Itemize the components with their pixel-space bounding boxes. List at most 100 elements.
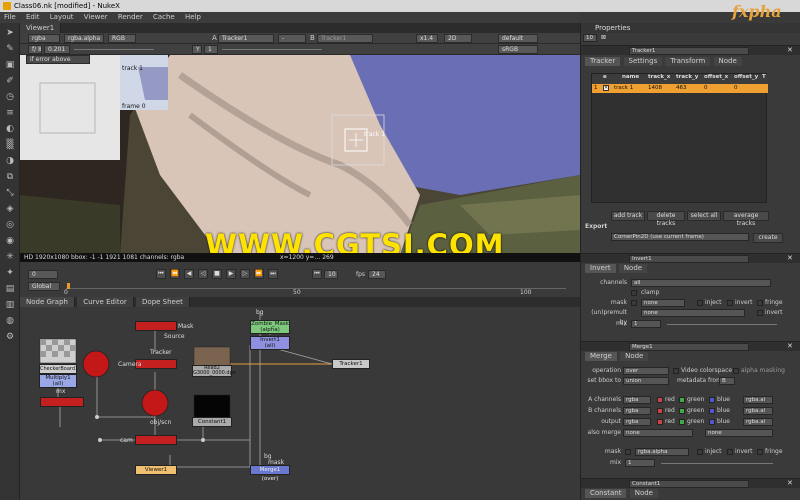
tab-tracker[interactable]: Tracker	[585, 57, 621, 66]
row-track-x[interactable]: 1408	[648, 84, 662, 93]
row-offset-y[interactable]: 0	[734, 84, 738, 93]
viewer1-node[interactable]: Viewer1	[135, 465, 177, 475]
merge1-node[interactable]: Merge1 (over)	[250, 465, 290, 482]
checkerboard-node[interactable]: CheckerBoard1	[39, 364, 78, 374]
tab-constant-node[interactable]: Node	[629, 489, 658, 498]
invert-mask-checkbox[interactable]	[631, 300, 637, 306]
row-offset-x[interactable]: 0	[704, 84, 708, 93]
input-b-dropdown[interactable]: Tracker1	[317, 34, 373, 43]
skip-back-icon[interactable]: ⏮	[312, 269, 322, 279]
invert-mix-slider[interactable]	[667, 324, 777, 325]
stop-icon[interactable]: ■	[212, 269, 222, 279]
a-green-checkbox[interactable]	[679, 397, 685, 403]
tab-invert[interactable]: Invert	[585, 264, 616, 273]
also-merge-dropdown-2[interactable]: none	[705, 429, 773, 437]
menu-file[interactable]: File	[0, 13, 20, 21]
a-alpha-dropdown[interactable]: rgba.al	[743, 396, 773, 404]
a-blue-checkbox[interactable]	[709, 397, 715, 403]
prev-key-icon[interactable]: ⏪	[170, 269, 180, 279]
play-icon[interactable]: ▶	[226, 269, 236, 279]
playhead[interactable]	[67, 283, 70, 289]
step-forward-icon[interactable]: ▷	[240, 269, 250, 279]
tab-merge-node[interactable]: Node	[620, 352, 649, 361]
cam-dot-node[interactable]	[135, 435, 177, 445]
row-track-y[interactable]: 463	[676, 84, 687, 93]
merge-mix-field[interactable]: 1	[625, 459, 655, 467]
add-track-button[interactable]: add track	[611, 211, 645, 221]
merge-mix-slider[interactable]	[661, 463, 773, 464]
channels-dropdown[interactable]: rgba	[28, 34, 60, 43]
menu-cache[interactable]: Cache	[149, 13, 179, 21]
draw-icon[interactable]: ✐	[4, 75, 16, 87]
tracker1-node[interactable]: Tracker1	[332, 359, 370, 369]
b-alpha-dropdown[interactable]: rgba.al	[743, 407, 773, 415]
layer-dropdown[interactable]: rgba.alpha	[64, 34, 104, 43]
tab-invert-node[interactable]: Node	[618, 264, 648, 273]
invert1-name-field[interactable]: Invert1	[629, 255, 749, 263]
operation-dropdown[interactable]: over	[623, 367, 669, 375]
display-dropdown[interactable]: sRGB	[498, 45, 538, 54]
b-green-checkbox[interactable]	[679, 408, 685, 414]
paint-icon[interactable]: ✎	[4, 43, 16, 55]
select-all-button[interactable]: select all	[687, 211, 721, 221]
step-back-icon[interactable]: ◀	[184, 269, 194, 279]
next-key-icon[interactable]: ⏩	[254, 269, 264, 279]
play-back-icon[interactable]: ◁	[198, 269, 208, 279]
track-row[interactable]: 1 ✕ track 1 1408 463 0 0	[592, 84, 768, 93]
image-icon[interactable]: ▣	[4, 59, 16, 71]
gamma-slider[interactable]	[222, 49, 322, 50]
unpremult-dropdown[interactable]: none	[641, 309, 745, 317]
merge1-name-field[interactable]: Merge1	[629, 343, 749, 351]
tab-merge[interactable]: Merge	[585, 352, 617, 361]
close-constant-icon[interactable]: ✕	[787, 479, 793, 487]
merge-mask-dropdown[interactable]: rgba.alpha	[635, 448, 689, 456]
export-dropdown[interactable]: CornerPin2D (use current frame)	[611, 233, 749, 241]
video-colorspace-checkbox[interactable]	[673, 368, 679, 374]
tab-node[interactable]: Node	[713, 57, 742, 66]
gain-field[interactable]: 0.201	[44, 45, 70, 54]
invert-channels-dropdown[interactable]: all	[631, 279, 771, 287]
transform-icon[interactable]: ⤡	[4, 187, 16, 199]
alpha-masking-checkbox[interactable]	[733, 368, 739, 374]
toolsets-icon[interactable]: ✦	[4, 267, 16, 279]
tab-constant[interactable]: Constant	[585, 489, 627, 498]
merge-icon[interactable]: ⧉	[4, 171, 16, 183]
other-icon[interactable]: ▤	[4, 283, 16, 295]
ocula-icon[interactable]: ◍	[4, 315, 16, 327]
channel-icon[interactable]: ≡	[4, 107, 16, 119]
mix-dot-node[interactable]	[40, 397, 84, 407]
invert-invert-checkbox[interactable]	[727, 300, 733, 306]
menu-layout[interactable]: Layout	[46, 13, 78, 21]
menu-help[interactable]: Help	[181, 13, 205, 21]
lut-dropdown[interactable]: default	[498, 34, 538, 43]
invert-fringe-checkbox[interactable]	[757, 300, 763, 306]
tab-curve-editor[interactable]: Curve Editor	[77, 297, 134, 307]
also-merge-dropdown[interactable]: none	[623, 429, 693, 437]
constant1-node[interactable]: Constant1	[192, 417, 232, 427]
a-red-checkbox[interactable]	[657, 397, 663, 403]
out-alpha-dropdown[interactable]: rgba.al	[743, 418, 773, 426]
close-panel-icon[interactable]: ✕	[787, 46, 793, 54]
filter-icon[interactable]: ▒	[4, 139, 16, 151]
pointer-icon[interactable]: ➤	[4, 27, 16, 39]
merge-mask-checkbox[interactable]	[625, 449, 631, 455]
node-graph[interactable]: Mask bg Source Tracker Camera Zombie_Mas…	[20, 307, 580, 500]
close-invert-icon[interactable]: ✕	[787, 254, 793, 262]
metadata-dropdown[interactable]: B	[719, 377, 735, 385]
color-icon[interactable]: ◐	[4, 123, 16, 135]
roi-dropdown[interactable]: if error above	[26, 55, 90, 64]
constant1-name-field[interactable]: Constant1	[629, 480, 749, 488]
timeline-ruler[interactable]	[66, 288, 566, 289]
out-blue-checkbox[interactable]	[709, 419, 715, 425]
mask-dot-node[interactable]	[135, 321, 177, 331]
time-icon[interactable]: ◷	[4, 91, 16, 103]
colorspace-dropdown[interactable]: RGB	[108, 34, 136, 43]
invert-inject-checkbox[interactable]	[697, 300, 703, 306]
3d-icon[interactable]: ◈	[4, 203, 16, 215]
invert-mix-field[interactable]: 1	[631, 320, 661, 328]
menu-edit[interactable]: Edit	[22, 13, 44, 21]
close-merge-icon[interactable]: ✕	[787, 342, 793, 350]
zombie-mask-node[interactable]: Zombie_Mask (alpha)	[250, 320, 290, 334]
gamma-field[interactable]: 1	[204, 45, 218, 54]
input-a-dropdown[interactable]: Tracker1	[218, 34, 274, 43]
